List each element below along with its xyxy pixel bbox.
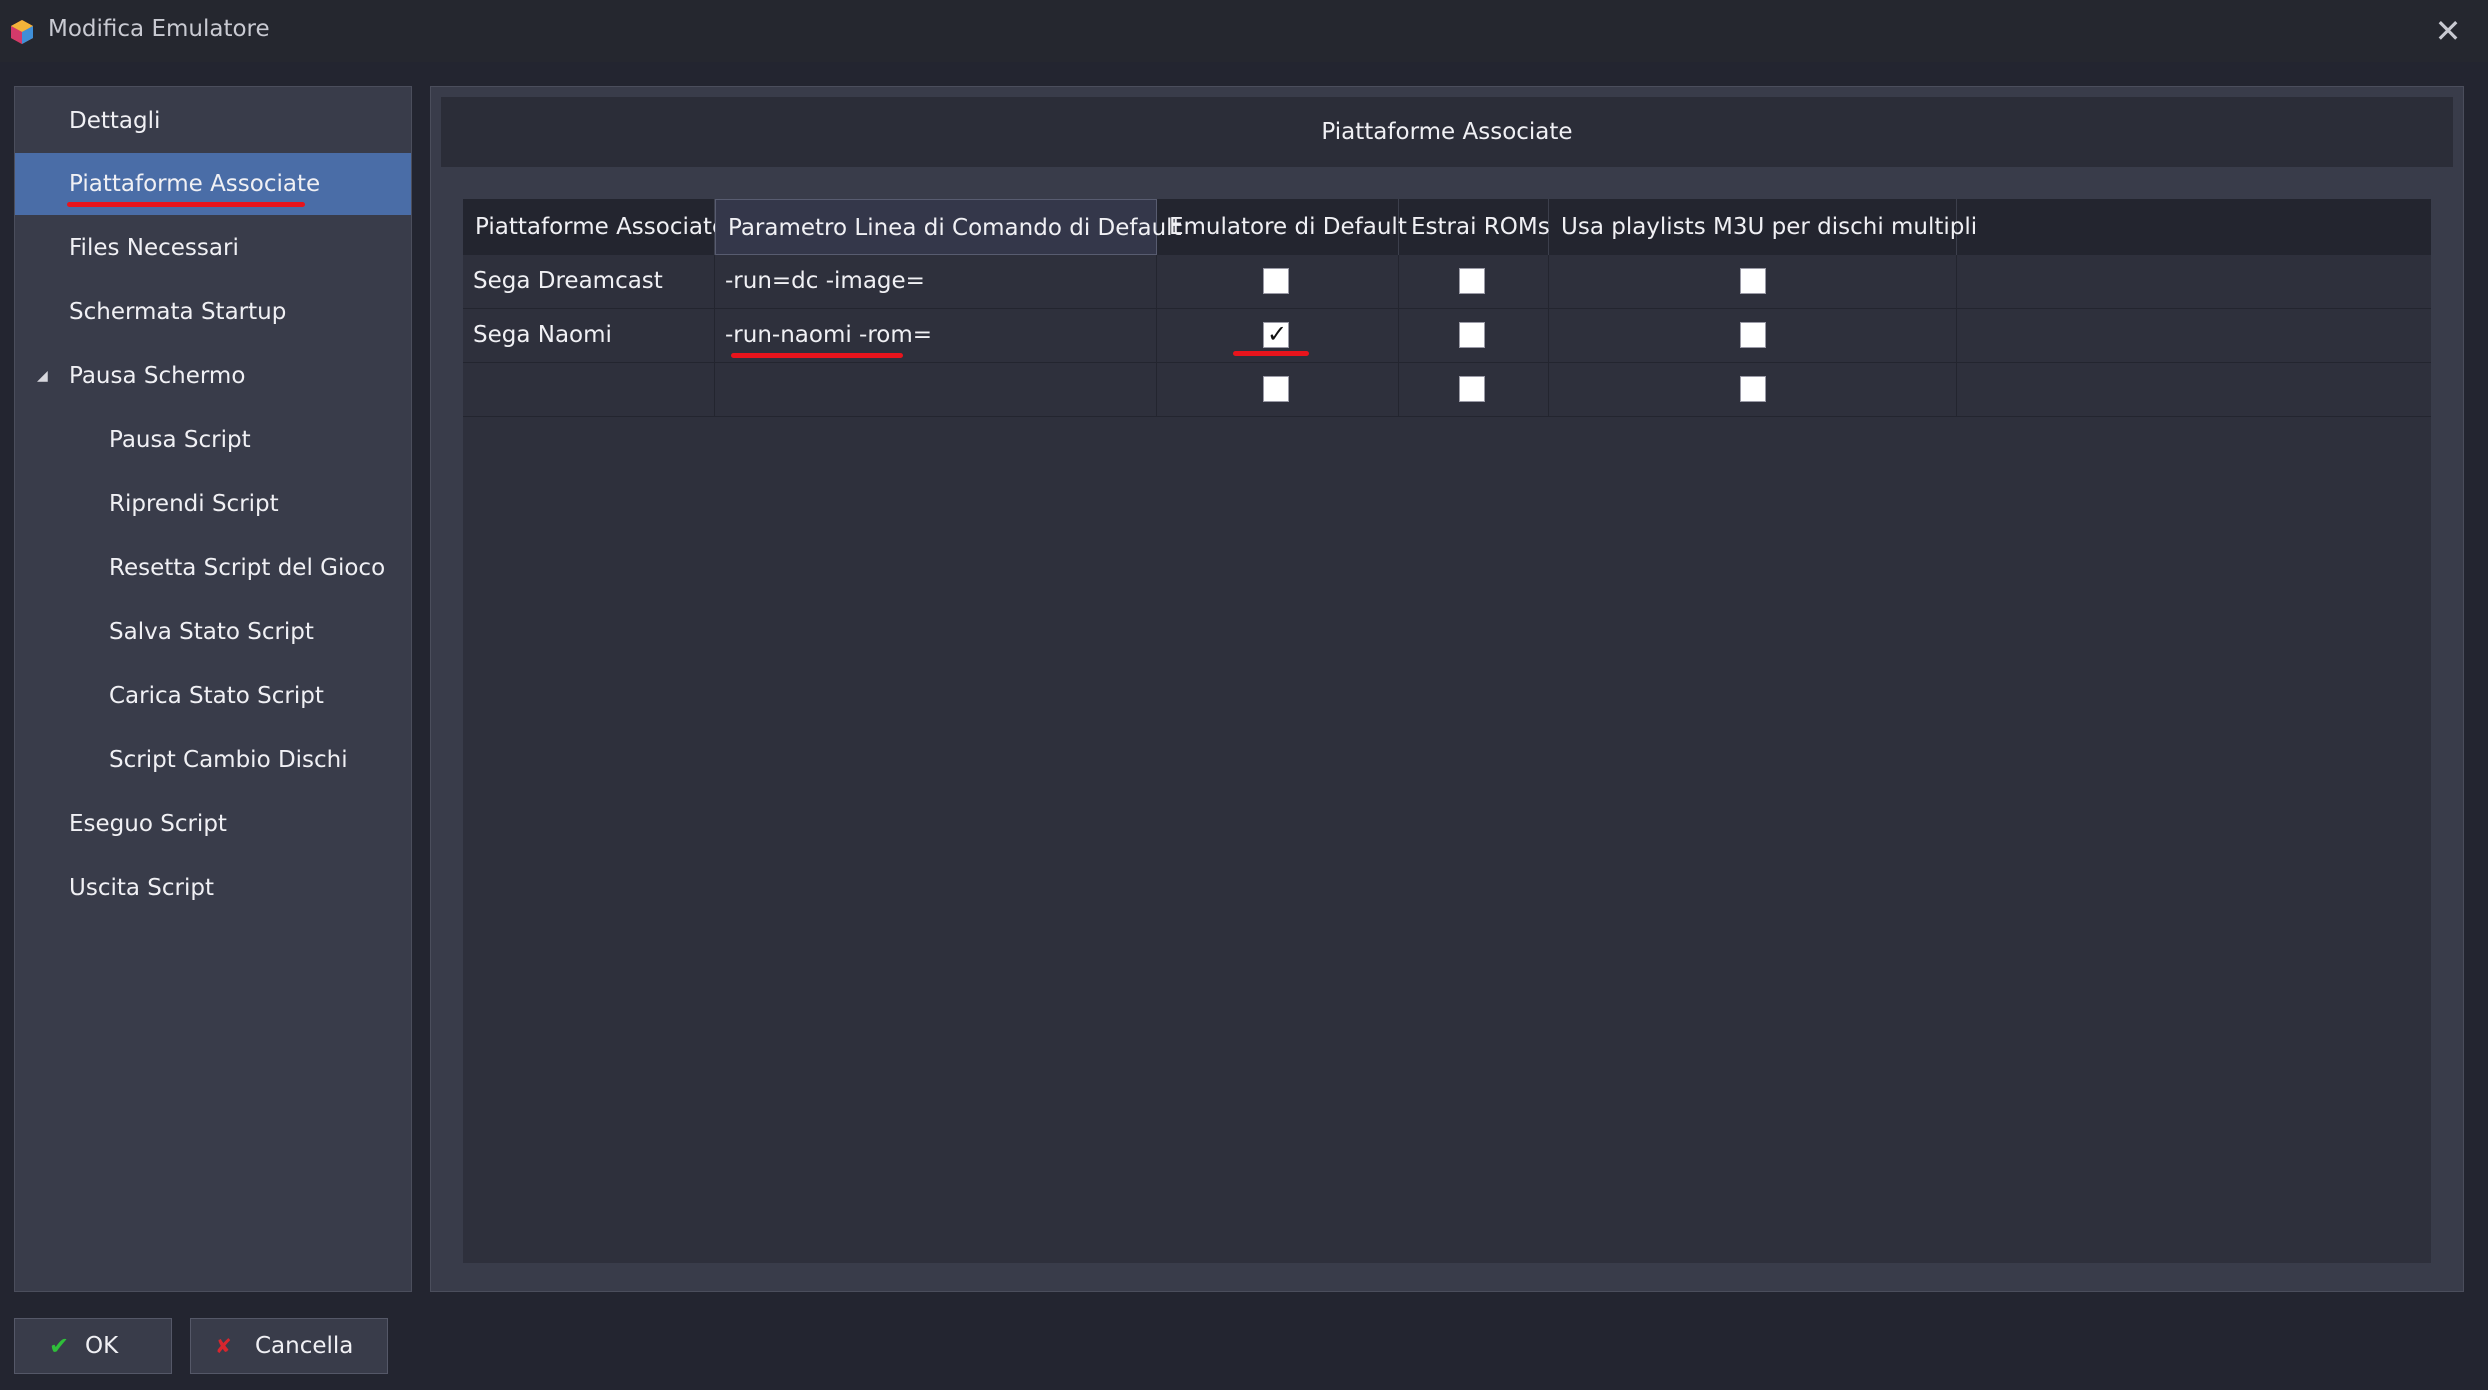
- sidebar-item-label: Schermata Startup: [69, 299, 287, 325]
- extract-roms-checkbox[interactable]: [1459, 376, 1485, 402]
- m3u-cell: [1549, 363, 1957, 416]
- extract-roms-cell: [1399, 255, 1549, 308]
- platform-cell[interactable]: [463, 363, 715, 416]
- default-emulator-cell: ✓: [1157, 309, 1399, 362]
- platforms-table: Piattaforme Associate Parametro Linea di…: [463, 199, 2431, 1263]
- sidebar-item-pausa-schermo[interactable]: ◢ Pausa Schermo: [15, 345, 411, 407]
- panel-title: Piattaforme Associate: [441, 97, 2453, 167]
- sidebar-item-label: Dettagli: [69, 108, 161, 134]
- sidebar-item-resetta-script[interactable]: Resetta Script del Gioco: [15, 537, 411, 599]
- sidebar-item-files-necessari[interactable]: Files Necessari: [15, 217, 411, 279]
- command-text: -run-naomi -rom=: [725, 322, 933, 348]
- cancel-button[interactable]: ✘ Cancella: [190, 1318, 388, 1374]
- table-row[interactable]: Sega Naomi -run-naomi -rom= ✓: [463, 309, 2431, 363]
- ok-button[interactable]: ✔ OK: [14, 1318, 172, 1374]
- close-icon[interactable]: ✕: [2428, 12, 2468, 50]
- command-cell[interactable]: -run-naomi -rom=: [715, 309, 1157, 362]
- window-title: Modifica Emulatore: [48, 16, 270, 42]
- sidebar-item-label: Eseguo Script: [69, 811, 227, 837]
- sidebar-item-carica-stato-script[interactable]: Carica Stato Script: [15, 665, 411, 727]
- sidebar-item-label: Pausa Script: [109, 427, 251, 453]
- default-emulator-cell: [1157, 363, 1399, 416]
- m3u-checkbox[interactable]: [1740, 322, 1766, 348]
- sidebar-item-label: Files Necessari: [69, 235, 239, 261]
- platform-cell[interactable]: Sega Dreamcast: [463, 255, 715, 308]
- sidebar-item-dettagli[interactable]: Dettagli: [15, 90, 411, 152]
- red-underline-annotation: [731, 353, 903, 358]
- column-header-platform[interactable]: Piattaforme Associate: [463, 199, 726, 255]
- platform-cell[interactable]: Sega Naomi: [463, 309, 715, 362]
- red-x-icon: ✘: [215, 1334, 232, 1358]
- command-cell[interactable]: -run=dc -image=: [715, 255, 1157, 308]
- sidebar-item-label: Pausa Schermo: [69, 363, 246, 389]
- sidebar-item-riprendi-script[interactable]: Riprendi Script: [15, 473, 411, 535]
- sidebar: Dettagli Piattaforme Associate Files Nec…: [14, 86, 412, 1292]
- table-header: Piattaforme Associate Parametro Linea di…: [463, 199, 2431, 255]
- default-emulator-checkbox[interactable]: [1263, 376, 1289, 402]
- command-cell[interactable]: [715, 363, 1157, 416]
- sidebar-item-label: Carica Stato Script: [109, 683, 324, 709]
- title-bar: Modifica Emulatore ✕: [0, 0, 2488, 62]
- main-panel: Piattaforme Associate Piattaforme Associ…: [430, 86, 2464, 1292]
- extract-roms-cell: [1399, 309, 1549, 362]
- extract-roms-checkbox[interactable]: [1459, 322, 1485, 348]
- checkmark-icon: ✓: [1267, 320, 1288, 348]
- checkmark-icon: ✔: [49, 1332, 70, 1360]
- default-emulator-cell: [1157, 255, 1399, 308]
- sidebar-item-label: Script Cambio Dischi: [109, 747, 348, 773]
- red-underline-annotation: [67, 202, 305, 207]
- red-underline-annotation: [1233, 351, 1309, 356]
- cancel-button-label: Cancella: [255, 1333, 354, 1359]
- column-header-m3u[interactable]: Usa playlists M3U per dischi multipli: [1549, 199, 1977, 255]
- column-header-extract-roms[interactable]: Estrai ROMs: [1399, 199, 1550, 255]
- ok-button-label: OK: [85, 1333, 119, 1359]
- m3u-checkbox[interactable]: [1740, 268, 1766, 294]
- sidebar-item-script-cambio-dischi[interactable]: Script Cambio Dischi: [15, 729, 411, 791]
- sidebar-item-pausa-script[interactable]: Pausa Script: [15, 409, 411, 471]
- column-header-default-emulator[interactable]: Emulatore di Default: [1157, 199, 1407, 255]
- sidebar-item-eseguo-script[interactable]: Eseguo Script: [15, 793, 411, 855]
- sidebar-item-uscita-script[interactable]: Uscita Script: [15, 857, 411, 919]
- app-icon: [11, 20, 33, 44]
- sidebar-item-schermata-startup[interactable]: Schermata Startup: [15, 281, 411, 343]
- table-row[interactable]: Sega Dreamcast -run=dc -image=: [463, 255, 2431, 309]
- m3u-cell: [1549, 309, 1957, 362]
- extract-roms-checkbox[interactable]: [1459, 268, 1485, 294]
- expand-arrow-icon[interactable]: ◢: [37, 345, 48, 407]
- extract-roms-cell: [1399, 363, 1549, 416]
- column-header-command[interactable]: Parametro Linea di Comando di Default: [715, 199, 1182, 255]
- sidebar-item-label: Uscita Script: [69, 875, 214, 901]
- sidebar-item-salva-stato-script[interactable]: Salva Stato Script: [15, 601, 411, 663]
- default-emulator-checkbox[interactable]: [1263, 268, 1289, 294]
- sidebar-item-label: Riprendi Script: [109, 491, 279, 517]
- m3u-cell: [1549, 255, 1957, 308]
- table-row-new[interactable]: [463, 363, 2431, 417]
- sidebar-item-label: Resetta Script del Gioco: [109, 555, 386, 581]
- m3u-checkbox[interactable]: [1740, 376, 1766, 402]
- default-emulator-checkbox-checked[interactable]: ✓: [1263, 320, 1289, 348]
- sidebar-item-label: Salva Stato Script: [109, 619, 314, 645]
- sidebar-item-piattaforme-associate[interactable]: Piattaforme Associate: [15, 153, 411, 215]
